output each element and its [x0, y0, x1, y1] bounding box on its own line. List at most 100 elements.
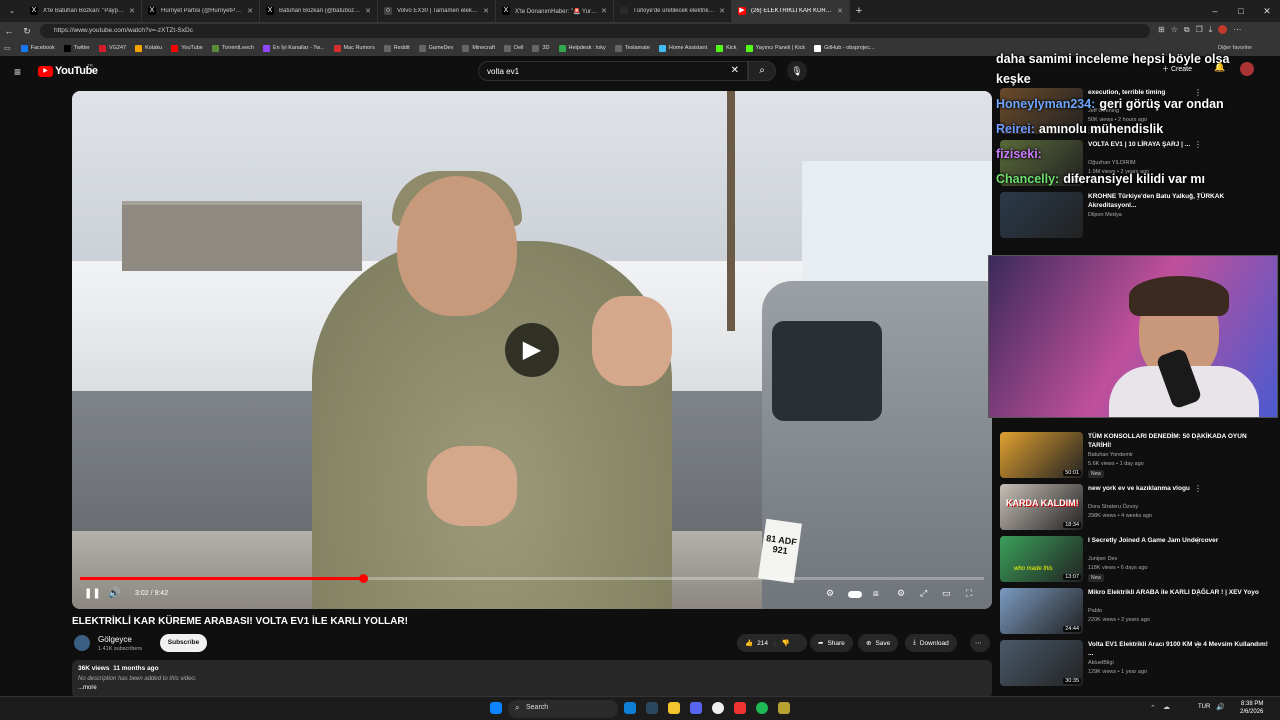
tab-close-icon[interactable]: ✕ [837, 7, 843, 15]
tab-close-icon[interactable]: ✕ [365, 7, 371, 15]
more-icon[interactable]: ⋯ [1233, 25, 1241, 35]
show-more-link[interactable]: ...more [78, 685, 986, 691]
subtitles-icon[interactable]: ⧈ [873, 588, 879, 599]
app2-icon[interactable] [778, 702, 790, 714]
tab-close-icon[interactable]: ✕ [719, 7, 725, 15]
bookmark-item[interactable]: Reddit [383, 44, 410, 52]
system-clock[interactable]: 8:38 PM 2/6/2026 [1240, 700, 1263, 716]
hamburger-menu-icon[interactable]: ≡ [14, 65, 21, 79]
recommended-video[interactable]: KROHNE Türkiye'den Batu Yalkuğ, TÜRKAK A… [998, 192, 1280, 242]
taskbar-search[interactable]: ⌕ Search [508, 700, 618, 718]
channel-avatar[interactable] [74, 635, 90, 651]
recommended-video[interactable]: 30:35 Volta EV1 Elektrikli Aracı 9100 KM… [998, 640, 1280, 690]
windows-start-icon[interactable] [490, 702, 502, 714]
bookmark-item[interactable]: GameDev [418, 44, 453, 52]
bookmark-item[interactable]: Teslamate [614, 44, 650, 52]
search-input[interactable]: volta ev1 ✕ [478, 61, 748, 81]
description-box[interactable]: 36K views 11 months ago No description h… [72, 660, 992, 698]
recommended-title[interactable]: Mikro Elektrikli ARABA ile KARLI DAĞLAR … [1088, 588, 1268, 597]
recommended-video[interactable]: 50:01 TÜM KONSOLLARI DENEDİM: 50 DAKİKAD… [998, 432, 1280, 482]
bookmark-item[interactable]: Yayıncı Paneli | Kick [745, 44, 805, 52]
discord-icon[interactable] [690, 702, 702, 714]
browser-tab[interactable]: Türkiye'de üretilecek elektrikli Hy... ✕ [614, 0, 732, 22]
video-player[interactable]: 81 ADF 921 ▶ ❚❚ 🔊 3:02 / 9:42 ⚙ ⧈ ⚙ ⤢ ▭ … [72, 91, 992, 609]
bookmark-item[interactable]: Twitter [63, 44, 90, 52]
like-icon[interactable]: 👍 [745, 639, 753, 647]
recommended-channel[interactable]: AktuelBilgi [1088, 660, 1114, 666]
minimize-icon[interactable]: – [1202, 6, 1228, 16]
profile-icon[interactable] [1218, 25, 1228, 34]
video-thumbnail[interactable] [1000, 192, 1083, 238]
volume-icon[interactable]: 🔊 [108, 588, 120, 599]
collections-icon[interactable]: ❒ [1196, 25, 1203, 35]
video-thumbnail[interactable]: 24:44 [1000, 588, 1083, 634]
spotify-icon[interactable] [756, 702, 768, 714]
tray-chevron-icon[interactable]: ⌃ [1150, 704, 1156, 712]
bookmark-item[interactable]: YouTube [171, 44, 203, 52]
extensions-icon[interactable]: ⧉ [1184, 25, 1190, 35]
fullscreen-icon[interactable]: ⛶ [966, 588, 972, 599]
tab-menu-icon[interactable]: ⌄ [0, 7, 24, 15]
recommended-channel[interactable]: Pablo [1088, 608, 1102, 614]
recommended-channel[interactable]: Dilpon Medya [1088, 212, 1122, 218]
video-menu-icon[interactable]: ⋮ [1194, 484, 1202, 493]
theater-icon[interactable]: ▭ [942, 588, 951, 599]
play-icon[interactable]: ▶ [505, 323, 559, 377]
video-thumbnail[interactable]: 50:01 [1000, 432, 1083, 478]
browser-tab[interactable]: X Hürriyet Partisi (@HurriyetPartiTr) ✕ [142, 0, 260, 22]
browser-tab[interactable]: ▶ (26) ELEKTRİKLİ KAR KÜREME ARA... ✕ [732, 0, 850, 22]
url-field[interactable]: https://www.youtube.com/watch?v=-zXTZt-S… [40, 24, 1150, 38]
browser-tab[interactable]: X X'te DonanımHaber: "🚨 Yurtdışı... ✕ [496, 0, 614, 22]
progress-bar[interactable] [80, 574, 984, 583]
app-icon[interactable] [734, 702, 746, 714]
miniplayer-icon[interactable]: ⤢ [920, 588, 927, 599]
bookmark-item[interactable]: Dell [504, 44, 523, 52]
ambient-icon[interactable]: ⚙ [826, 588, 834, 599]
clear-search-icon[interactable]: ✕ [731, 65, 739, 76]
bookmark-item[interactable]: Minecraft [462, 44, 495, 52]
bookmark-item[interactable]: Kick [716, 44, 737, 52]
language-indicator[interactable]: TUR [1198, 704, 1210, 710]
recommended-channel[interactable]: Dora Strateru Özvoy [1088, 504, 1138, 510]
recommended-title[interactable]: TÜM KONSOLLARI DENEDİM: 50 DAKİKADA OYUN… [1088, 432, 1268, 450]
apps-icon[interactable]: ⊞ [1158, 25, 1165, 35]
cloud-icon[interactable]: ☁ [1163, 703, 1170, 711]
video-thumbnail[interactable]: who made this 13:07 [1000, 536, 1083, 582]
save-button[interactable]: ⊕ Save [858, 634, 899, 652]
video-thumbnail[interactable]: KARDA KALDIM! 18:34 [1000, 484, 1083, 530]
bookmark-item[interactable]: En İyi Kanallar - Tw... [262, 44, 325, 52]
video-menu-icon[interactable]: ⋮ [1194, 432, 1202, 441]
more-actions-icon[interactable]: ⋯ [970, 634, 990, 652]
recommended-channel[interactable]: Juniper Dev [1088, 556, 1117, 562]
create-button[interactable]: ＋ Create [1162, 64, 1192, 74]
recommended-video[interactable]: KARDA KALDIM! 18:34 new york ev ve kazıkl… [998, 484, 1280, 534]
notifications-icon[interactable]: 🔔 [1214, 62, 1225, 73]
bookmark-item[interactable]: Mac Rumors [333, 44, 375, 52]
bookmark-item[interactable]: Facebook [20, 44, 55, 52]
tab-close-icon[interactable]: ✕ [247, 7, 253, 15]
recommended-title[interactable]: new york ev ve kazıklanma vlogu [1088, 484, 1268, 493]
file-explorer-icon[interactable] [668, 702, 680, 714]
browser-tab[interactable]: X X'te Batuhan Bozkan: "Paypal, Ap... ✕ [24, 0, 142, 22]
autoplay-toggle[interactable] [848, 591, 862, 598]
progress-scrubber[interactable] [358, 574, 368, 583]
settings-icon[interactable]: ⚙ [897, 588, 905, 599]
recommended-title[interactable]: I Secretly Joined A Game Jam Undercover [1088, 536, 1268, 545]
star-icon[interactable]: ☆ [1171, 25, 1178, 35]
edge-icon[interactable] [624, 702, 636, 714]
like-count[interactable]: 214 [757, 640, 768, 647]
video-thumbnail[interactable]: 30:35 [1000, 640, 1083, 686]
channel-name[interactable]: Gölgeyce [98, 635, 132, 644]
video-menu-icon[interactable]: ⋮ [1194, 192, 1202, 201]
voice-search-icon[interactable]: 🎙 [787, 61, 807, 81]
account-avatar[interactable] [1240, 62, 1254, 76]
recommended-video[interactable]: who made this 13:07 I Secretly Joined A G… [998, 536, 1280, 586]
new-tab-button[interactable]: + [850, 5, 868, 17]
bookmark-item[interactable]: GitHub - obsprojec... [814, 44, 875, 52]
tab-close-icon[interactable]: ✕ [129, 7, 135, 15]
recommended-video[interactable]: 24:44 Mikro Elektrikli ARABA ile KARLI D… [998, 588, 1280, 638]
share-button[interactable]: ➦ Share [810, 634, 853, 652]
obs-icon[interactable] [712, 702, 724, 714]
recommended-title[interactable]: KROHNE Türkiye'den Batu Yalkuğ, TÜRKAK A… [1088, 192, 1268, 210]
volume-tray-icon[interactable]: 🔊 [1216, 703, 1225, 711]
